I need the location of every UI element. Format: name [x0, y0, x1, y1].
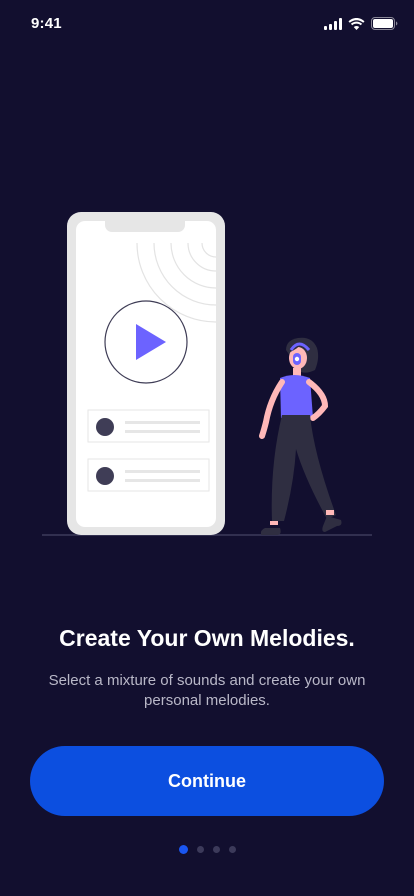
- page-dot-3[interactable]: [212, 846, 220, 853]
- page-dot-4[interactable]: [228, 846, 236, 853]
- page-dot-2[interactable]: [196, 846, 204, 853]
- status-icons: [324, 17, 398, 30]
- onboarding-subtitle: Select a mixture of sounds and create yo…: [48, 672, 366, 709]
- continue-button[interactable]: Continue: [30, 746, 384, 816]
- phone-illustration: [67, 212, 225, 535]
- onboarding-title: Create Your Own Melodies.: [59, 625, 355, 651]
- battery-icon: [371, 17, 398, 30]
- wifi-icon: [348, 17, 365, 30]
- status-time: 9:41: [31, 15, 62, 32]
- page-dot-1-active[interactable]: [178, 845, 188, 854]
- cellular-signal-icon: [324, 17, 342, 30]
- person-illustration: [259, 337, 342, 535]
- status-bar: 9:41: [0, 0, 414, 50]
- page-indicator: [0, 845, 414, 854]
- onboarding-illustration: [0, 200, 414, 545]
